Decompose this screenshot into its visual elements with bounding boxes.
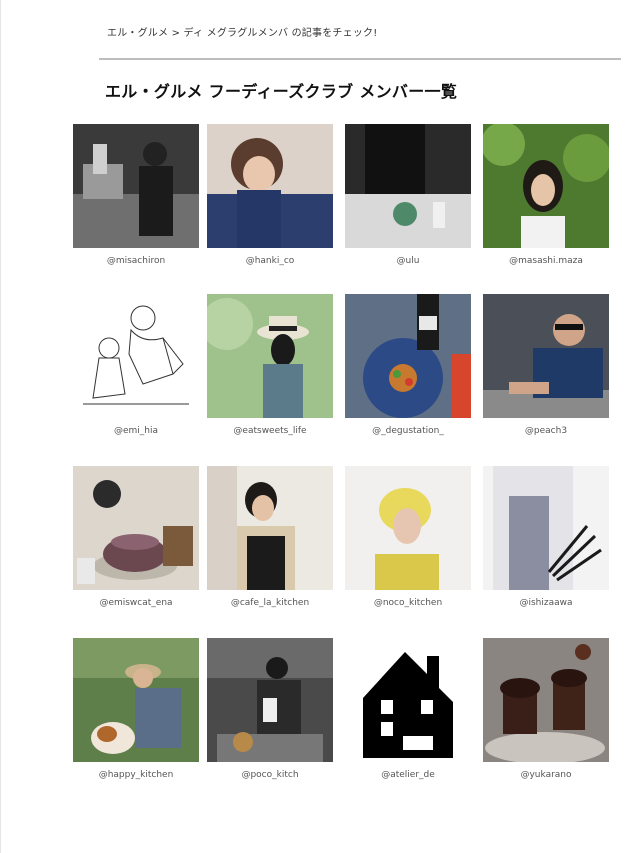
member-handle[interactable]: @happy_kitchen bbox=[73, 770, 199, 780]
member-photo[interactable] bbox=[483, 294, 609, 418]
member-handle[interactable]: @_degustation_ bbox=[345, 426, 471, 436]
member-photo[interactable] bbox=[207, 638, 333, 762]
member-photo[interactable] bbox=[483, 466, 609, 590]
member-card[interactable]: @eatsweets_life bbox=[207, 294, 335, 436]
member-card[interactable]: @happy_kitchen bbox=[73, 638, 201, 780]
member-photo[interactable] bbox=[483, 124, 609, 248]
member-photo[interactable] bbox=[207, 124, 333, 248]
member-card[interactable]: @misachiron bbox=[73, 124, 201, 266]
member-card[interactable]: @poco_kitch bbox=[207, 638, 335, 780]
member-photo[interactable] bbox=[345, 638, 471, 762]
member-photo[interactable] bbox=[73, 466, 199, 590]
member-photo[interactable] bbox=[483, 638, 609, 762]
member-card[interactable]: @emi_hia bbox=[73, 294, 201, 436]
member-card[interactable]: @ulu bbox=[345, 124, 473, 266]
member-handle[interactable]: @noco_kitchen bbox=[345, 598, 471, 608]
member-handle[interactable]: @peach3 bbox=[483, 426, 609, 436]
member-photo[interactable] bbox=[207, 294, 333, 418]
member-photo[interactable] bbox=[345, 124, 471, 248]
member-card[interactable]: @cafe_la_kitchen bbox=[207, 466, 335, 608]
member-card[interactable]: @ishizaawa bbox=[483, 466, 611, 608]
member-handle[interactable]: @eatsweets_life bbox=[207, 426, 333, 436]
member-handle[interactable]: @ulu bbox=[345, 256, 471, 266]
member-card[interactable]: @peach3 bbox=[483, 294, 611, 436]
member-photo[interactable] bbox=[73, 638, 199, 762]
member-handle[interactable]: @hanki_co bbox=[207, 256, 333, 266]
member-photo[interactable] bbox=[207, 466, 333, 590]
member-card[interactable]: @noco_kitchen bbox=[345, 466, 473, 608]
member-handle[interactable]: @ishizaawa bbox=[483, 598, 609, 608]
member-photo[interactable] bbox=[73, 294, 199, 418]
member-card[interactable]: @yukarano bbox=[483, 638, 611, 780]
member-handle[interactable]: @misachiron bbox=[73, 256, 199, 266]
member-card[interactable]: @masashi.maza bbox=[483, 124, 611, 266]
member-card[interactable]: @_degustation_ bbox=[345, 294, 473, 436]
member-photo[interactable] bbox=[345, 466, 471, 590]
member-handle[interactable]: @atelier_de bbox=[345, 770, 471, 780]
member-photo[interactable] bbox=[345, 294, 471, 418]
page: エル・グルメ > ディ メグラグルメンバ の記事をチェック! エル・グルメ フー… bbox=[0, 0, 627, 853]
member-card[interactable]: @atelier_de bbox=[345, 638, 473, 780]
page-title: エル・グルメ フーディーズクラブ メンバー一覧 bbox=[105, 82, 458, 101]
breadcrumb[interactable]: エル・グルメ > ディ メグラグルメンバ の記事をチェック! bbox=[107, 24, 377, 39]
member-photo[interactable] bbox=[73, 124, 199, 248]
member-handle[interactable]: @poco_kitch bbox=[207, 770, 333, 780]
member-handle[interactable]: @emiswcat_ena bbox=[73, 598, 199, 608]
member-handle[interactable]: @yukarano bbox=[483, 770, 609, 780]
member-handle[interactable]: @cafe_la_kitchen bbox=[207, 598, 333, 608]
member-card[interactable]: @emiswcat_ena bbox=[73, 466, 201, 608]
header-divider bbox=[99, 58, 621, 60]
member-handle[interactable]: @masashi.maza bbox=[483, 256, 609, 266]
member-card[interactable]: @hanki_co bbox=[207, 124, 335, 266]
member-handle[interactable]: @emi_hia bbox=[73, 426, 199, 436]
